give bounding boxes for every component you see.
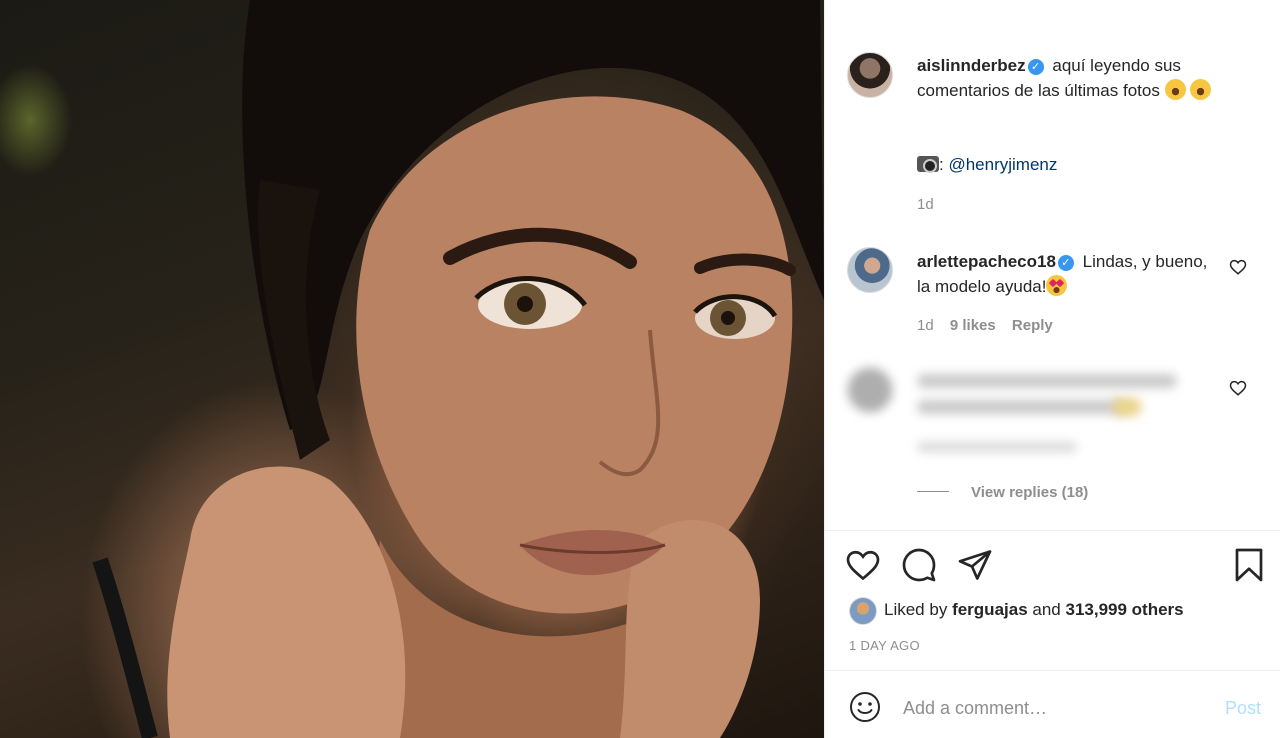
likes-connector: and [1032, 600, 1061, 619]
emoji-smiley-icon[interactable] [849, 691, 881, 723]
blurred-comment-meta [917, 442, 1077, 452]
credit-mention-link[interactable]: @henryjimenz [948, 155, 1057, 174]
comment-item: arlettepacheco18 ✓ Lindas, y bueno, la mo… [917, 249, 1217, 299]
liker-username[interactable]: ferguajas [952, 600, 1028, 619]
post-button[interactable]: Post [1225, 698, 1261, 719]
blurred-comment-text [917, 374, 1177, 388]
verified-badge-icon: ✓ [1057, 255, 1074, 271]
comment-bubble-icon[interactable] [901, 547, 937, 583]
blurred-comment-text [917, 400, 1127, 414]
reply-button[interactable]: Reply [1012, 317, 1053, 334]
comment-input[interactable] [903, 693, 1203, 723]
caption-age[interactable]: 1d [917, 196, 934, 213]
post-timestamp[interactable]: 1 DAY AGO [849, 638, 920, 653]
commenter-username[interactable]: arlettepacheco18 [917, 252, 1056, 271]
caption-meta: 1d [917, 196, 946, 213]
blurred-commenter-avatar [847, 367, 893, 413]
comment-age[interactable]: 1d [917, 317, 934, 334]
laughing-emoji-icon [1164, 79, 1186, 100]
camera-emoji-icon [917, 156, 939, 173]
action-bar [825, 540, 1280, 590]
share-paper-plane-icon[interactable] [957, 547, 993, 583]
comment-likes[interactable]: 9 likes [950, 317, 996, 334]
view-replies-label: View replies (18) [971, 484, 1089, 501]
comment-like-heart-icon[interactable] [1229, 258, 1247, 276]
liker-avatar[interactable] [849, 596, 877, 625]
divider [825, 530, 1280, 531]
view-replies-button[interactable]: View replies (18) [917, 484, 1088, 501]
author-username[interactable]: aislinnderbez [917, 56, 1026, 75]
portrait-illustration [92, 0, 824, 738]
blurred-emoji [1113, 398, 1141, 416]
post-photo[interactable] [0, 0, 824, 738]
likes-summary: Liked by ferguajas and 313,999 others [849, 596, 1184, 625]
comment-meta: 1d 9 likes Reply [917, 317, 1065, 334]
heart-eyes-emoji-icon [1046, 275, 1068, 296]
like-heart-icon[interactable] [845, 547, 881, 583]
likes-count[interactable]: 313,999 others [1066, 600, 1184, 619]
verified-badge-icon: ✓ [1027, 59, 1044, 75]
add-comment-bar: Post [825, 671, 1280, 738]
post-side-panel: aislinnderbez ✓ aquí leyendo sus comentar… [824, 0, 1280, 738]
comment-like-heart-icon[interactable] [1229, 379, 1247, 397]
bookmark-icon[interactable] [1231, 547, 1267, 583]
likes-prefix: Liked by [884, 600, 948, 619]
replies-dash [917, 491, 949, 492]
caption-credit: : @henryjimenz [917, 152, 1237, 177]
caption: aislinnderbez ✓ aquí leyendo sus comentar… [917, 53, 1237, 103]
author-avatar[interactable] [847, 52, 893, 98]
laughing-emoji-icon [1190, 79, 1212, 100]
commenter-avatar[interactable] [847, 247, 893, 293]
comments-section[interactable]: aislinnderbez ✓ aquí leyendo sus comentar… [825, 0, 1280, 530]
